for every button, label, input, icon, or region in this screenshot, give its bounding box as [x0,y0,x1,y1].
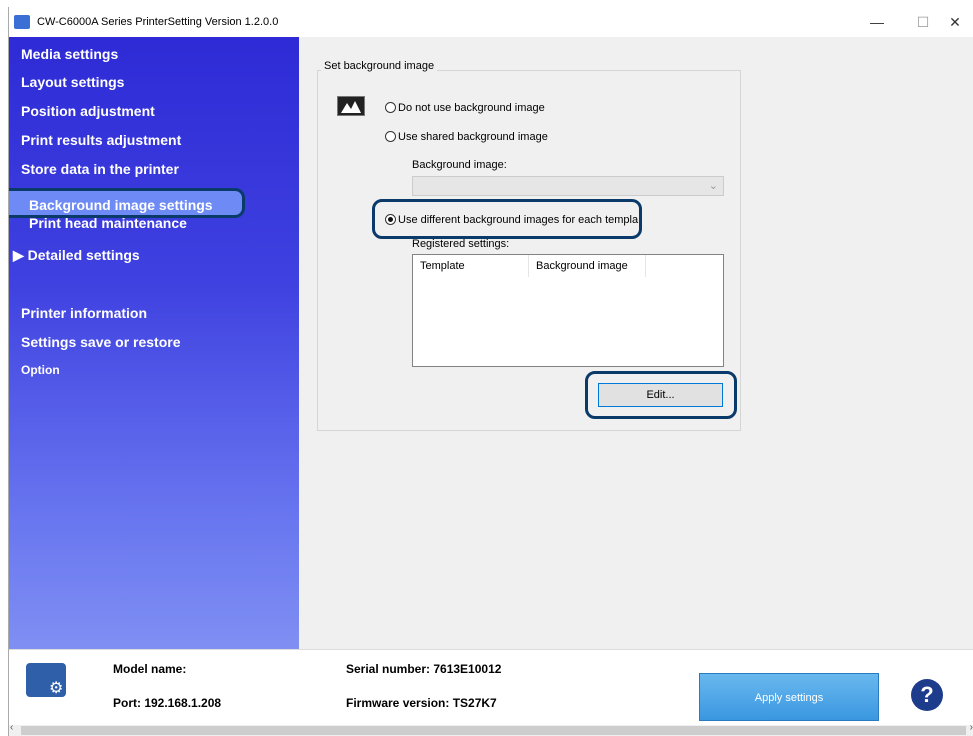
port-info: Port: 192.168.1.208 [113,696,222,710]
minimize-button[interactable]: — [854,7,900,37]
image-icon [337,96,365,116]
registered-settings-list[interactable]: Template Background image [412,254,724,367]
serial-number: Serial number: 7613E10012 [346,662,502,676]
radio-label: Use shared background image [398,131,548,143]
sidebar-nav: Media settings Layout settings Position … [9,37,299,649]
sidebar-item-print-results-adjustment[interactable]: Print results adjustment [21,132,181,148]
sidebar-item-detailed-settings[interactable]: ▶ Detailed settings [13,247,140,264]
chevron-down-icon: ⌄ [708,180,718,192]
radio-label: Do not use background image [398,102,545,114]
column-header-background-image[interactable]: Background image [529,255,646,277]
scroll-left-icon[interactable]: ‹ [10,722,13,733]
close-button[interactable]: ✕ [932,7,973,37]
gear-icon: ⚙ [49,680,64,697]
status-footer: ⚙ Model name: Port: 192.168.1.208 Serial… [9,649,973,726]
sidebar-item-option[interactable]: Option [21,363,60,377]
radio-label: Use different background images for each… [398,214,639,226]
sidebar-item-print-head-maintenance[interactable]: Print head maintenance [29,218,187,231]
sidebar-item-store-data[interactable]: Store data in the printer [21,161,179,177]
sidebar-item-layout-settings[interactable]: Layout settings [21,74,124,90]
main-content: Set background image Do not use backgrou… [299,37,973,649]
background-image-label: Background image: [412,159,507,171]
edit-button[interactable]: Edit... [598,383,723,407]
sidebar-item-background-image-settings[interactable]: Background image settings [29,197,213,213]
radio-do-not-use[interactable]: Do not use background image [385,102,545,114]
radio-use-different[interactable]: Use different background images for each… [385,214,638,226]
sidebar-item-printer-information[interactable]: Printer information [21,305,147,321]
apply-settings-button[interactable]: Apply settings [699,673,879,721]
help-icon[interactable]: ? [911,679,943,711]
app-icon [14,15,30,29]
sidebar-item-position-adjustment[interactable]: Position adjustment [21,103,155,119]
sidebar-item-media-settings[interactable]: Media settings [21,46,118,62]
model-name-label: Model name: [113,662,187,676]
title-bar: CW-C6000A Series PrinterSetting Version … [9,7,973,37]
horizontal-scrollbar[interactable]: ‹ › [9,722,973,736]
scroll-right-icon[interactable]: › [970,722,973,733]
sidebar-item-settings-save-restore[interactable]: Settings save or restore [21,334,181,350]
firmware-version: Firmware version: TS27K7 [346,696,497,710]
column-header-template[interactable]: Template [413,255,529,277]
radio-use-shared[interactable]: Use shared background image [385,131,548,143]
radio-circle [385,131,396,142]
app-window: CW-C6000A Series PrinterSetting Version … [8,7,973,736]
scrollbar-thumb[interactable] [21,726,966,735]
radio-circle-selected [385,214,396,225]
group-title: Set background image [321,60,438,72]
radio-circle [385,102,396,113]
registered-settings-label: Registered settings: [412,238,510,250]
background-image-select[interactable]: ⌄ [412,176,724,196]
window-title: CW-C6000A Series PrinterSetting Version … [37,16,279,28]
